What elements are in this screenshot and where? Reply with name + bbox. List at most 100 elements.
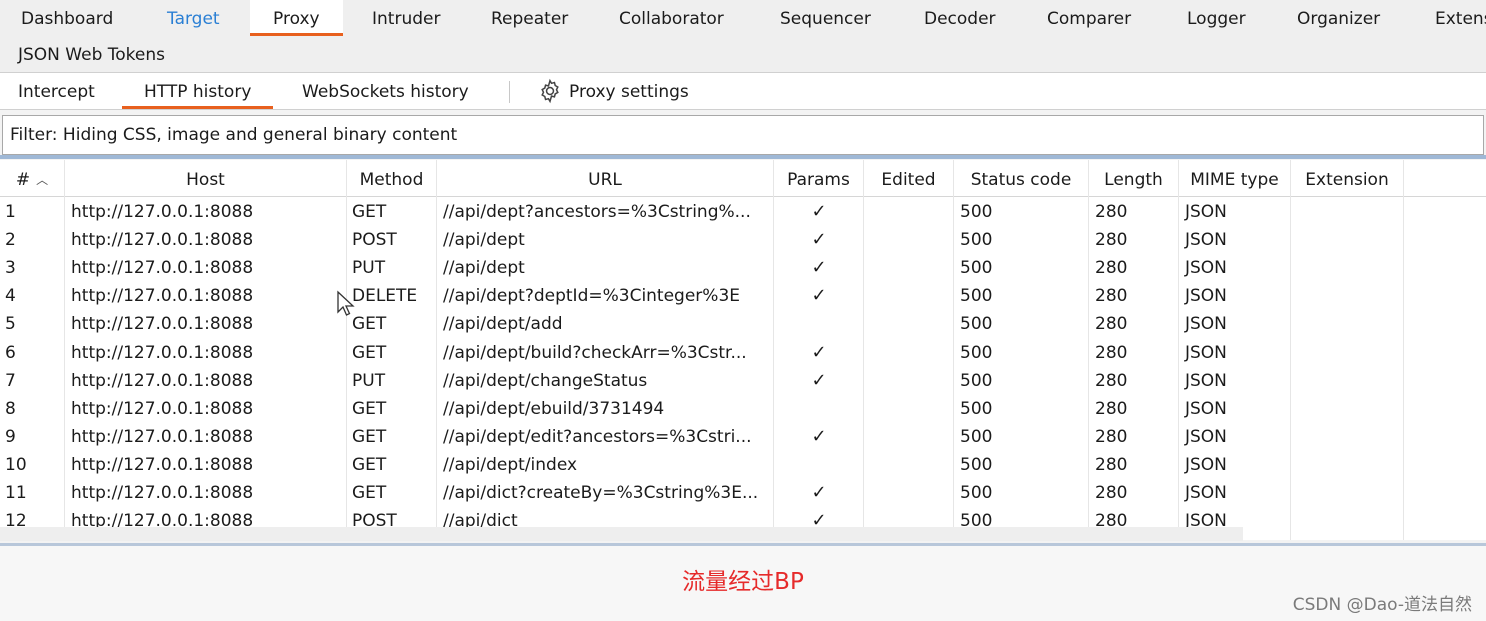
- cell-status: 500: [960, 286, 993, 307]
- cell-length: 280: [1095, 286, 1128, 307]
- cell-mime: JSON: [1185, 398, 1227, 419]
- column-header-label: Host: [186, 170, 225, 190]
- column-header-edited[interactable]: Edited: [864, 160, 954, 196]
- tab-logger[interactable]: Logger: [1187, 0, 1246, 36]
- cell-params: ✓: [811, 425, 827, 447]
- column-header-label: Edited: [881, 170, 936, 190]
- cell-host: http://127.0.0.1:8088: [71, 426, 254, 447]
- table-row[interactable]: 9 http://127.0.0.1:8088 GET //api/dept/edit…: [0, 423, 1486, 451]
- column-header-mime-type[interactable]: MIME type: [1179, 160, 1291, 196]
- cell-host: http://127.0.0.1:8088: [71, 286, 254, 307]
- column-divider: [346, 160, 347, 540]
- cell-params: ✓: [811, 201, 827, 222]
- tab-target[interactable]: Target: [167, 0, 220, 36]
- tab-collaborator[interactable]: Collaborator: [619, 0, 724, 36]
- column-header-number[interactable]: # ︿: [0, 160, 65, 196]
- cell-ext: [1291, 226, 1404, 254]
- tab-organizer[interactable]: Organizer: [1297, 0, 1380, 36]
- table-row[interactable]: 7 http://127.0.0.1:8088 PUT //api/dept/chan…: [0, 367, 1486, 395]
- cell-length: 280: [1095, 370, 1128, 391]
- cell-params: [774, 310, 864, 338]
- table-row[interactable]: 5 http://127.0.0.1:8088 GET //api/dept/add 5…: [0, 310, 1486, 338]
- cell-num: 6: [5, 342, 16, 363]
- cell-edited: [864, 367, 954, 395]
- cell-mime: JSON: [1185, 342, 1227, 363]
- column-header-extension[interactable]: Extension: [1291, 160, 1404, 196]
- table-row[interactable]: 4 http://127.0.0.1:8088 DELETE //api/dept?d…: [0, 282, 1486, 310]
- http-history-table: # ︿ Host Method URL Params Edited Status code Le…: [0, 160, 1486, 540]
- column-header-label: Params: [787, 170, 850, 190]
- tab-comparer[interactable]: Comparer: [1047, 0, 1131, 36]
- cell-ext: [1291, 367, 1404, 395]
- tab-extens[interactable]: Extens: [1435, 0, 1486, 36]
- subtab-http-history[interactable]: HTTP history: [121, 73, 274, 109]
- column-header-url[interactable]: URL: [437, 160, 774, 196]
- cell-edited: [864, 310, 954, 338]
- cell-method: POST: [352, 230, 397, 251]
- cell-num: 5: [5, 314, 16, 335]
- main-tab-bar: Dashboard Target Proxy Intruder Repeater Coll…: [0, 0, 1486, 72]
- tab-sequencer[interactable]: Sequencer: [780, 0, 871, 36]
- filter-bar[interactable]: Filter: Hiding CSS, image and general bi…: [2, 115, 1484, 155]
- cell-mime: JSON: [1185, 258, 1227, 279]
- cell-edited: [864, 451, 954, 479]
- column-header-length[interactable]: Length: [1089, 160, 1179, 196]
- cell-num: 10: [5, 454, 27, 475]
- cell-length: 280: [1095, 342, 1128, 363]
- cell-url: //api/dept/index: [443, 454, 578, 475]
- column-header-method[interactable]: Method: [347, 160, 437, 196]
- cell-status: 500: [960, 230, 993, 251]
- cell-edited: [864, 254, 954, 282]
- main-tab-row-2: JSON Web Tokens: [0, 36, 1486, 72]
- horizontal-scrollbar[interactable]: [0, 527, 1243, 541]
- tab-dashboard[interactable]: Dashboard: [21, 0, 113, 36]
- tab-decoder[interactable]: Decoder: [924, 0, 996, 36]
- column-divider: [953, 160, 954, 540]
- cell-mime: JSON: [1185, 202, 1227, 222]
- cell-num: 2: [5, 230, 16, 251]
- cell-params: ✓: [811, 341, 827, 363]
- cell-url: //api/dept: [443, 258, 525, 279]
- table-row[interactable]: 8 http://127.0.0.1:8088 GET //api/dept/ebui…: [0, 395, 1486, 423]
- column-header-params[interactable]: Params: [774, 160, 864, 196]
- cell-params: ✓: [811, 229, 827, 251]
- table-row[interactable]: 6 http://127.0.0.1:8088 GET //api/dept/buil…: [0, 339, 1486, 367]
- gear-icon[interactable]: [537, 78, 563, 104]
- cell-params: ✓: [811, 285, 827, 307]
- tab-json-web-tokens[interactable]: JSON Web Tokens: [18, 36, 165, 72]
- table-row[interactable]: 11 http://127.0.0.1:8088 GET //api/dict?cre…: [0, 479, 1486, 507]
- cell-url: //api/dept?ancestors=%3Cstring%...: [443, 202, 751, 222]
- column-header-status-code[interactable]: Status code: [954, 160, 1089, 196]
- column-header-host[interactable]: Host: [65, 160, 347, 196]
- cell-mime: JSON: [1185, 230, 1227, 251]
- table-row[interactable]: 10 http://127.0.0.1:8088 GET //api/dept/ind…: [0, 451, 1486, 479]
- cell-host: http://127.0.0.1:8088: [71, 314, 254, 335]
- cell-status: 500: [960, 202, 993, 222]
- cell-method: GET: [352, 342, 387, 363]
- cell-num: 1: [5, 202, 16, 222]
- proxy-settings-button[interactable]: Proxy settings: [569, 73, 689, 109]
- watermark: CSDN @Dao-道法自然: [1292, 595, 1472, 615]
- cell-num: 7: [5, 370, 16, 391]
- mouse-cursor-icon: [337, 290, 355, 316]
- tab-repeater[interactable]: Repeater: [491, 0, 568, 36]
- cell-length: 280: [1095, 454, 1128, 475]
- subtab-intercept[interactable]: Intercept: [18, 73, 95, 109]
- table-row[interactable]: 2 http://127.0.0.1:8088 POST //api/dept ✓ 500…: [0, 226, 1486, 254]
- cell-url: //api/dept/edit?ancestors=%3Cstri...: [443, 426, 752, 447]
- tab-intruder[interactable]: Intruder: [372, 0, 440, 36]
- column-divider: [1088, 160, 1089, 540]
- cell-status: 500: [960, 314, 993, 335]
- column-header-label: Length: [1104, 170, 1163, 190]
- cell-method: GET: [352, 202, 387, 222]
- proxy-sub-tab-bar: Intercept HTTP history WebSockets history: [0, 73, 1486, 109]
- subtab-websockets-history[interactable]: WebSockets history: [302, 73, 469, 109]
- cell-mime: JSON: [1185, 483, 1227, 503]
- cell-method: GET: [352, 426, 387, 447]
- cell-ext: [1291, 282, 1404, 310]
- table-row[interactable]: 1 http://127.0.0.1:8088 GET //api/dept?ance…: [0, 198, 1486, 226]
- cell-ext: [1291, 423, 1404, 451]
- cell-length: 280: [1095, 258, 1128, 279]
- table-row[interactable]: 3 http://127.0.0.1:8088 PUT //api/dept ✓ 500 2…: [0, 254, 1486, 282]
- tab-proxy[interactable]: Proxy: [250, 0, 343, 36]
